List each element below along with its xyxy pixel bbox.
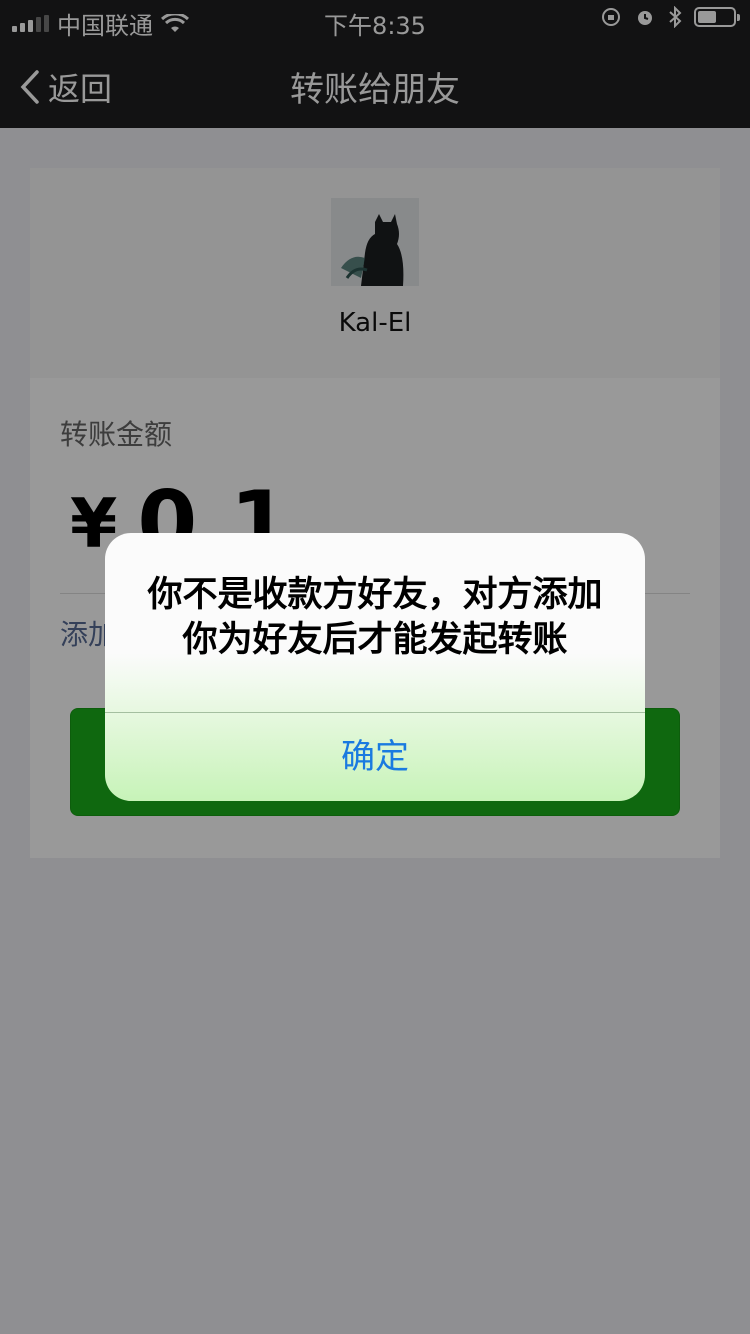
alert-dialog: 你不是收款方好友，对方添加你为好友后才能发起转账 确定 — [105, 533, 645, 801]
alert-message: 你不是收款方好友，对方添加你为好友后才能发起转账 — [147, 575, 603, 660]
confirm-button[interactable]: 确定 — [105, 713, 645, 801]
